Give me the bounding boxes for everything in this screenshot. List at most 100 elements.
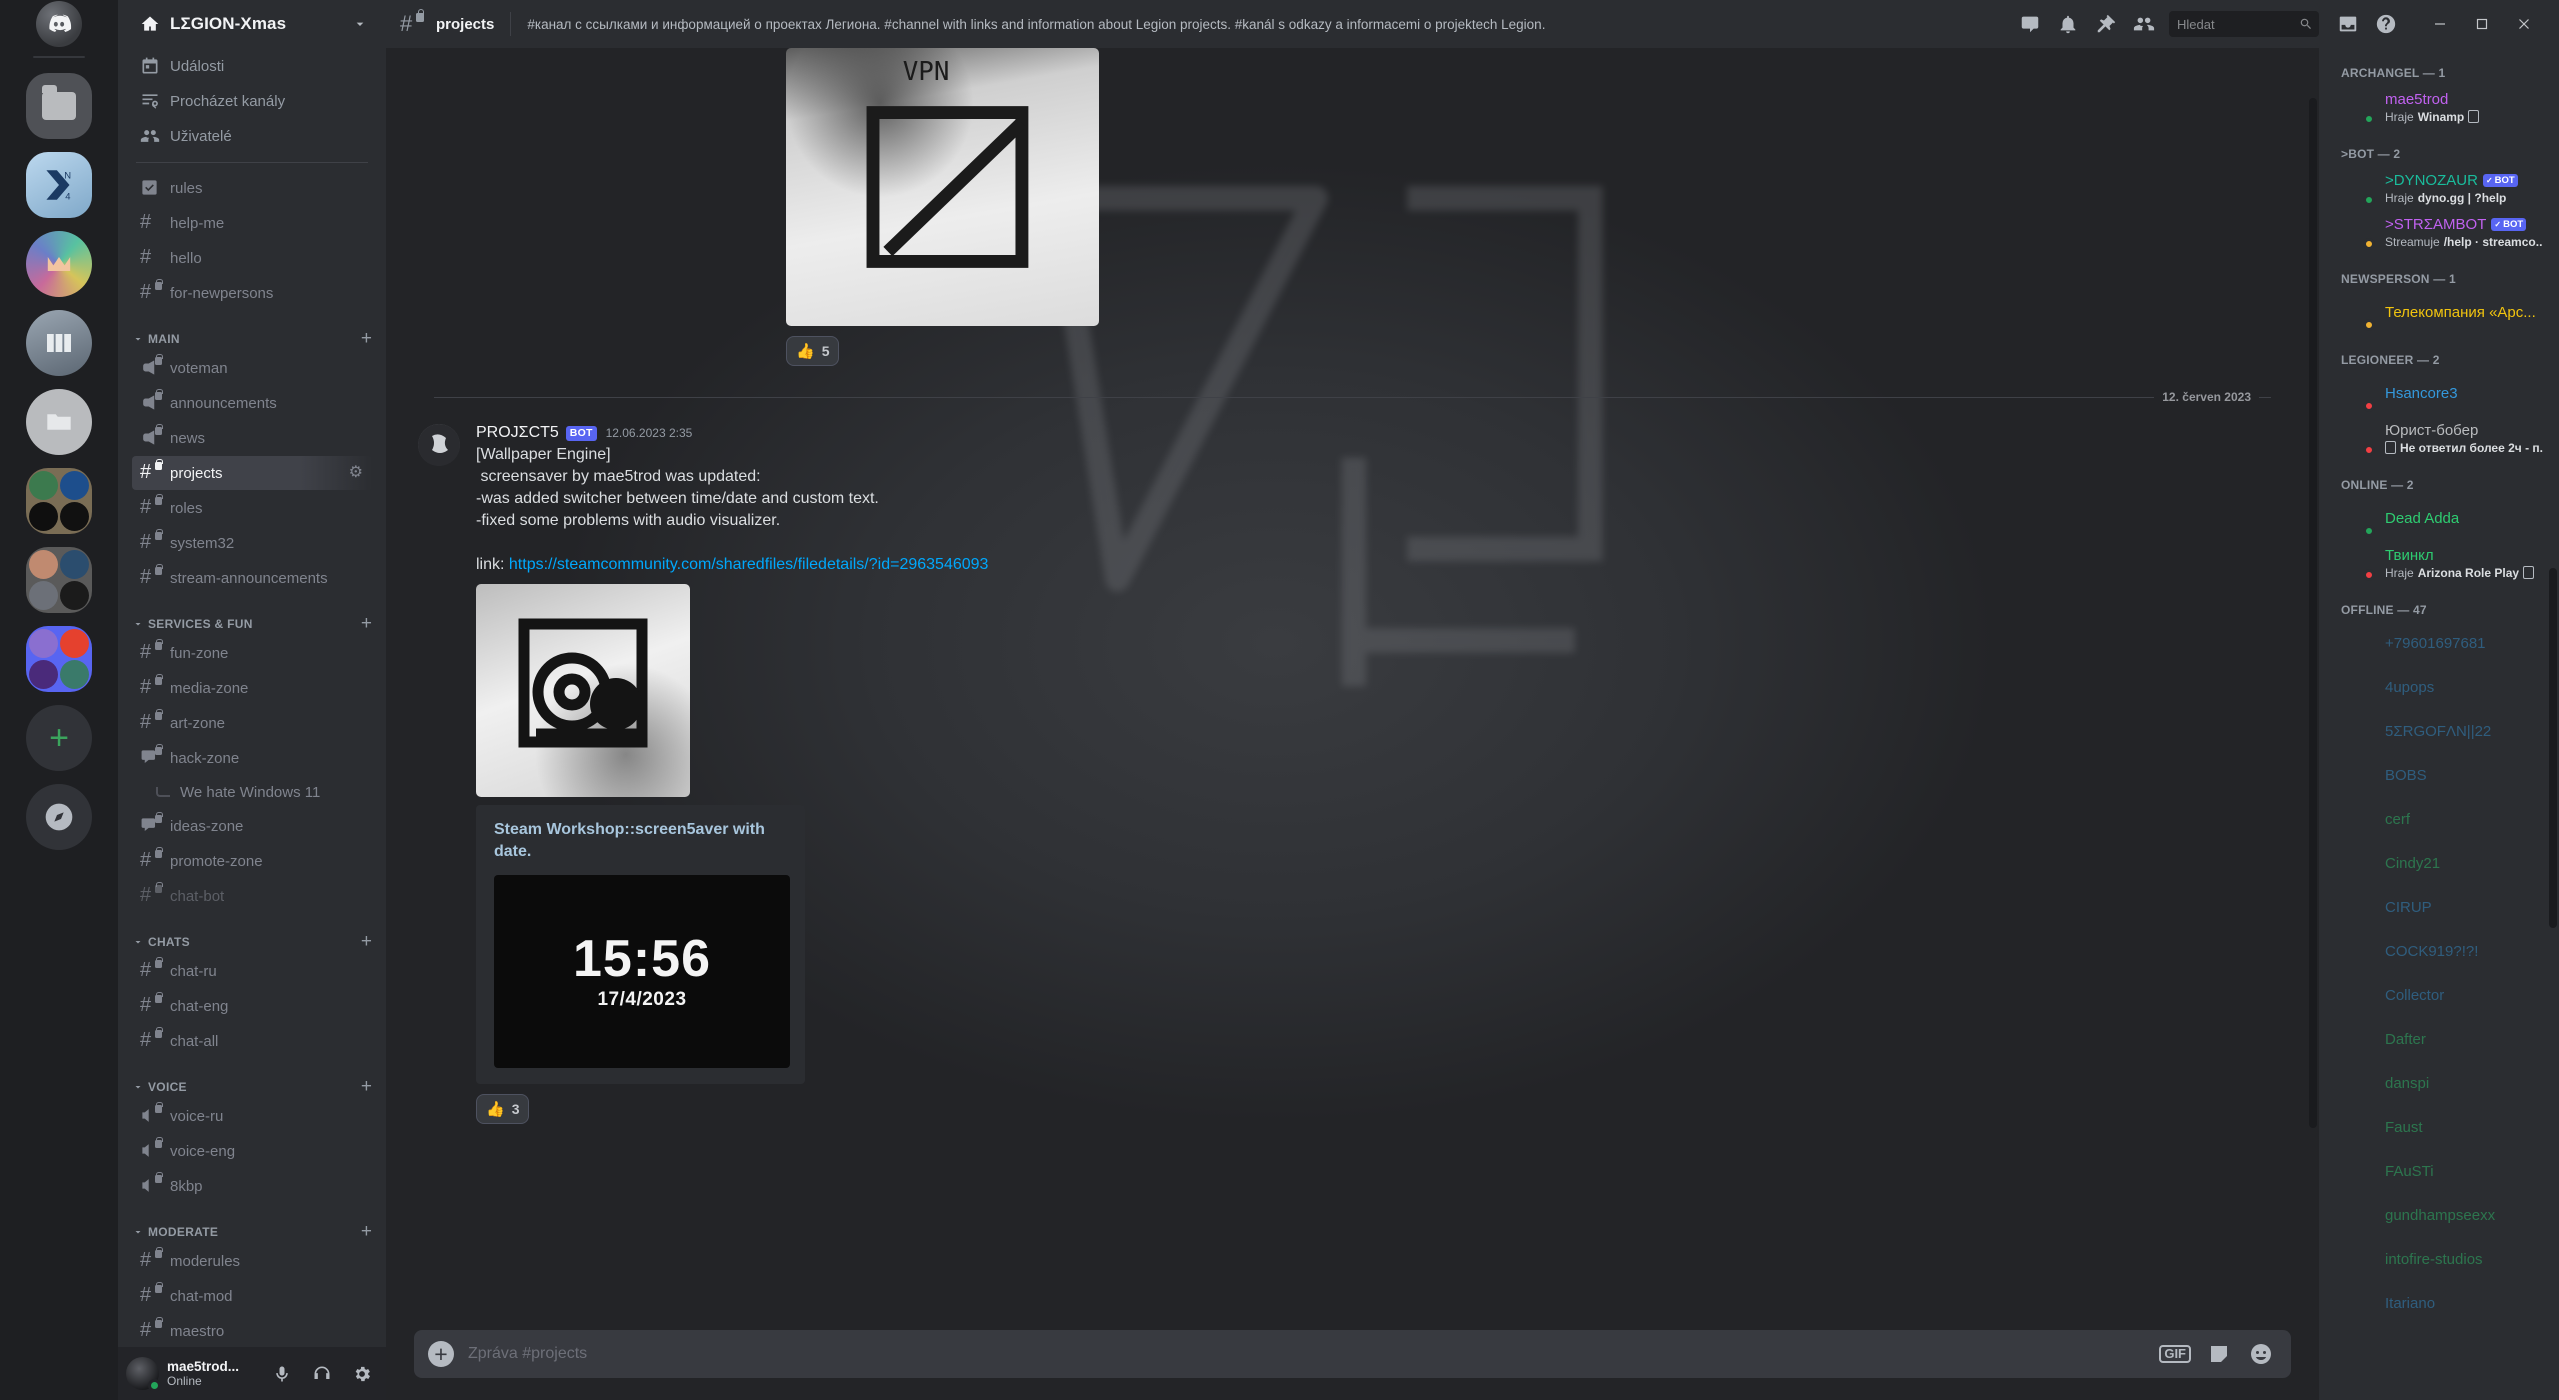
avatar[interactable]: [418, 424, 460, 466]
server-icon-2[interactable]: [26, 231, 92, 297]
server-folder[interactable]: [26, 73, 92, 139]
member-list[interactable]: ARCHANGEL — 1 mae5trod Hraje Winamp >BOT…: [2319, 48, 2559, 1400]
emoji-icon[interactable]: [2247, 1340, 2275, 1368]
message-composer[interactable]: + Zpráva #projects GIF: [414, 1330, 2291, 1378]
member-row[interactable]: Cindy21: [2327, 842, 2551, 886]
steam-workshop-link[interactable]: https://steamcommunity.com/sharedfiles/f…: [509, 556, 989, 573]
avatar[interactable]: [126, 1357, 161, 1392]
message-list[interactable]: VPN 👍 5 12. červen 2023 PROJΣCT5 BOT 12.…: [386, 48, 2319, 1330]
add-server-button[interactable]: +: [26, 705, 92, 771]
member-row[interactable]: Dafter: [2327, 1018, 2551, 1062]
channel-for-newpersons[interactable]: # for-newpersons: [132, 276, 372, 310]
member-row[interactable]: gundhampseexx: [2327, 1194, 2551, 1238]
chevron-down-icon[interactable]: [352, 16, 368, 32]
category-chats[interactable]: CHATS +: [118, 913, 386, 953]
channel-chat-bot[interactable]: # chat-bot: [132, 879, 372, 913]
member-row[interactable]: cerf: [2327, 798, 2551, 842]
channel-voteman[interactable]: voteman: [132, 351, 372, 385]
add-attachment-icon[interactable]: +: [428, 1341, 454, 1367]
member-row[interactable]: mae5trod Hraje Winamp: [2327, 85, 2551, 129]
add-channel-icon[interactable]: +: [361, 614, 372, 633]
add-channel-icon[interactable]: +: [361, 329, 372, 348]
chat-scrollbar[interactable]: [2309, 98, 2317, 1128]
sidebar-item-members[interactable]: Uživatelé: [132, 119, 372, 153]
sticker-icon[interactable]: [2205, 1340, 2233, 1368]
channel-chat-eng[interactable]: # chat-eng: [132, 989, 372, 1023]
member-row[interactable]: FAuSTi: [2327, 1150, 2551, 1194]
channel-news[interactable]: news: [132, 421, 372, 455]
channel-maestro[interactable]: # maestro: [132, 1314, 372, 1347]
threads-icon[interactable]: [2011, 4, 2049, 44]
sidebar-item-events[interactable]: Události: [132, 49, 372, 83]
pin-icon[interactable]: [2087, 4, 2125, 44]
member-row[interactable]: Collector: [2327, 974, 2551, 1018]
channel-settings-icon[interactable]: ⚙: [349, 465, 364, 481]
search-input[interactable]: Hledat: [2169, 11, 2319, 37]
attachment-image[interactable]: [476, 584, 690, 797]
member-row[interactable]: >DYNOZAUR ✓ BOT Hraje dyno.gg | ?help: [2327, 166, 2551, 210]
message-input[interactable]: Zpráva #projects: [468, 1345, 2145, 1363]
reaction-thumbsup[interactable]: 👍 3: [476, 1094, 530, 1124]
channel-media-zone[interactable]: # media-zone: [132, 671, 372, 705]
member-row[interactable]: Faust: [2327, 1106, 2551, 1150]
server-icon-3[interactable]: [26, 310, 92, 376]
embed-title[interactable]: Steam Workshop::screen5aver with date.: [494, 819, 789, 863]
gif-button[interactable]: GIF: [2159, 1345, 2191, 1363]
category-voice[interactable]: VOICE +: [118, 1058, 386, 1098]
channel-chat-ru[interactable]: # chat-ru: [132, 954, 372, 988]
channel-hack-zone[interactable]: hack-zone: [132, 741, 372, 775]
attachment-image-previous[interactable]: VPN: [786, 48, 1099, 326]
member-row[interactable]: 4upops: [2327, 666, 2551, 710]
add-channel-icon[interactable]: +: [361, 1222, 372, 1241]
message-author[interactable]: PROJΣCT5: [476, 422, 559, 444]
channel-chat-mod[interactable]: # chat-mod: [132, 1279, 372, 1313]
headphones-icon[interactable]: [306, 1358, 338, 1390]
channel-projects[interactable]: # projects ⚙: [132, 456, 372, 490]
add-channel-icon[interactable]: +: [361, 932, 372, 951]
thread-we-hate-windows-11[interactable]: We hate Windows 11: [132, 776, 372, 808]
reaction-thumbsup[interactable]: 👍 5: [786, 336, 840, 366]
channel-moderules[interactable]: # moderules: [132, 1244, 372, 1278]
explore-servers-icon[interactable]: [26, 784, 92, 850]
channel-ideas-zone[interactable]: ideas-zone: [132, 809, 372, 843]
channel-help-me[interactable]: # help-me: [132, 206, 372, 240]
member-row[interactable]: Твинкл Hraje Arizona Role Play: [2327, 541, 2551, 585]
server-icon-legion[interactable]: N4: [26, 152, 92, 218]
member-scrollbar[interactable]: [2549, 568, 2557, 928]
close-icon[interactable]: [2503, 18, 2545, 30]
user-identity[interactable]: mae5trod... Online: [167, 1359, 258, 1388]
maximize-icon[interactable]: [2461, 18, 2503, 30]
member-row[interactable]: Юрист-бобер Не ответил более 2ч - п...: [2327, 416, 2551, 460]
member-row[interactable]: Dead Adda: [2327, 497, 2551, 541]
channel-chat-all[interactable]: # chat-all: [132, 1024, 372, 1058]
minimize-icon[interactable]: [2419, 18, 2461, 30]
member-row[interactable]: COCK919?!?!: [2327, 930, 2551, 974]
member-row[interactable]: danspi: [2327, 1062, 2551, 1106]
channel-announcements[interactable]: announcements: [132, 386, 372, 420]
channel-system32[interactable]: # system32: [132, 526, 372, 560]
channel-8kbp[interactable]: 8kbp: [132, 1169, 372, 1203]
add-channel-icon[interactable]: +: [361, 1077, 372, 1096]
notification-bell-icon[interactable]: [2049, 4, 2087, 44]
member-row[interactable]: +79601697681: [2327, 622, 2551, 666]
server-folder-2[interactable]: [26, 468, 92, 534]
member-row[interactable]: Hsancore3: [2327, 372, 2551, 416]
member-row[interactable]: >STRΣAMBOT ✓ BOT Streamuje /help · streamc…: [2327, 210, 2551, 254]
channel-list[interactable]: Události Procházet kanály Uživatelé rule…: [118, 48, 386, 1347]
channel-promote-zone[interactable]: # promote-zone: [132, 844, 372, 878]
embed-image[interactable]: 15:56 17/4/2023: [494, 875, 790, 1068]
settings-gear-icon[interactable]: [346, 1358, 378, 1390]
channel-voice-ru[interactable]: voice-ru: [132, 1099, 372, 1133]
sidebar-item-browse-channels[interactable]: Procházet kanály: [132, 84, 372, 118]
member-row[interactable]: 5ΣRGOFΛN||22: [2327, 710, 2551, 754]
members-icon[interactable]: [2125, 4, 2163, 44]
member-row[interactable]: Телекомпания «Арс...: [2327, 291, 2551, 335]
channel-rules[interactable]: rules: [132, 171, 372, 205]
member-row[interactable]: BOBS: [2327, 754, 2551, 798]
channel-roles[interactable]: # roles: [132, 491, 372, 525]
channel-art-zone[interactable]: # art-zone: [132, 706, 372, 740]
channel-fun-zone[interactable]: # fun-zone: [132, 636, 372, 670]
channel-voice-eng[interactable]: voice-eng: [132, 1134, 372, 1168]
inbox-icon[interactable]: [2329, 4, 2367, 44]
discord-logo-icon[interactable]: [36, 1, 82, 47]
